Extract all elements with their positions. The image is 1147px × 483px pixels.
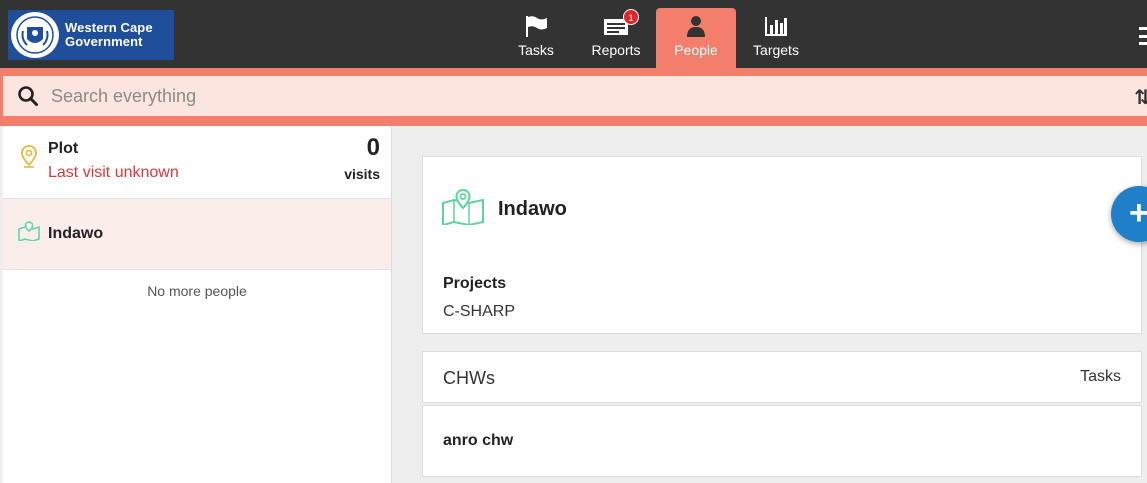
app-header: Western Cape Government Tasks 1 Reports … <box>0 0 1147 68</box>
place-map-icon <box>18 221 40 241</box>
tab-targets-label: Targets <box>753 42 799 58</box>
list-item-title: Plot <box>48 140 79 157</box>
table-row[interactable]: anro chw <box>422 405 1142 477</box>
logo-text: Western Cape Government <box>65 21 153 49</box>
search-icon <box>18 86 38 106</box>
search-input[interactable] <box>51 85 951 107</box>
visits-count: 0 <box>366 134 380 161</box>
people-list: Plot Last visit unknown 0 visits Indawo … <box>3 126 392 483</box>
chw-name: anro chw <box>443 432 514 449</box>
tab-tasks[interactable]: Tasks <box>496 8 576 68</box>
no-more-people: No more people <box>147 283 247 299</box>
tab-reports-label: Reports <box>591 42 641 58</box>
coat-of-arms-icon <box>11 12 59 58</box>
place-summary-card: Indawo Projects C-SHARP <box>422 156 1142 334</box>
list-item[interactable]: Indawo <box>3 199 391 270</box>
sort-icon[interactable]: ⇅ <box>1134 85 1147 110</box>
visits-label: visits <box>344 166 380 182</box>
list-item[interactable]: Plot Last visit unknown 0 visits <box>3 126 391 199</box>
logo-line-2: Government <box>65 34 143 49</box>
menu-icon[interactable] <box>1139 27 1147 45</box>
flag-icon <box>523 14 549 38</box>
reports-badge: 1 <box>623 9 639 25</box>
chw-section-header: CHWs Tasks <box>422 351 1142 403</box>
tab-people-label: People <box>674 42 718 58</box>
tab-targets[interactable]: Targets <box>736 8 816 68</box>
place-map-icon <box>442 189 484 225</box>
search-bar: ⇅ <box>0 68 1147 126</box>
projects-label: Projects <box>443 275 507 292</box>
search-box: ⇅ <box>3 76 1147 116</box>
tab-tasks-label: Tasks <box>518 42 554 58</box>
plus-icon: + <box>1129 194 1147 232</box>
bar-chart-icon <box>763 14 789 38</box>
reports-icon: 1 <box>603 9 639 38</box>
person-icon <box>686 14 706 38</box>
western-cape-logo[interactable]: Western Cape Government <box>8 10 174 60</box>
tab-reports[interactable]: 1 Reports <box>576 8 656 68</box>
logo-line-1: Western Cape <box>65 20 153 35</box>
place-title: Indawo <box>498 198 567 220</box>
projects-value: C-SHARP <box>443 303 516 320</box>
tasks-header: Tasks <box>1080 368 1121 385</box>
map-pin-icon <box>21 145 37 168</box>
chw-header: CHWs <box>443 368 495 388</box>
last-visit-status: Last visit unknown <box>48 164 179 181</box>
list-item-title: Indawo <box>48 225 104 242</box>
tab-people[interactable]: People <box>656 8 736 68</box>
main-tabs: Tasks 1 Reports People Targets <box>496 8 816 68</box>
